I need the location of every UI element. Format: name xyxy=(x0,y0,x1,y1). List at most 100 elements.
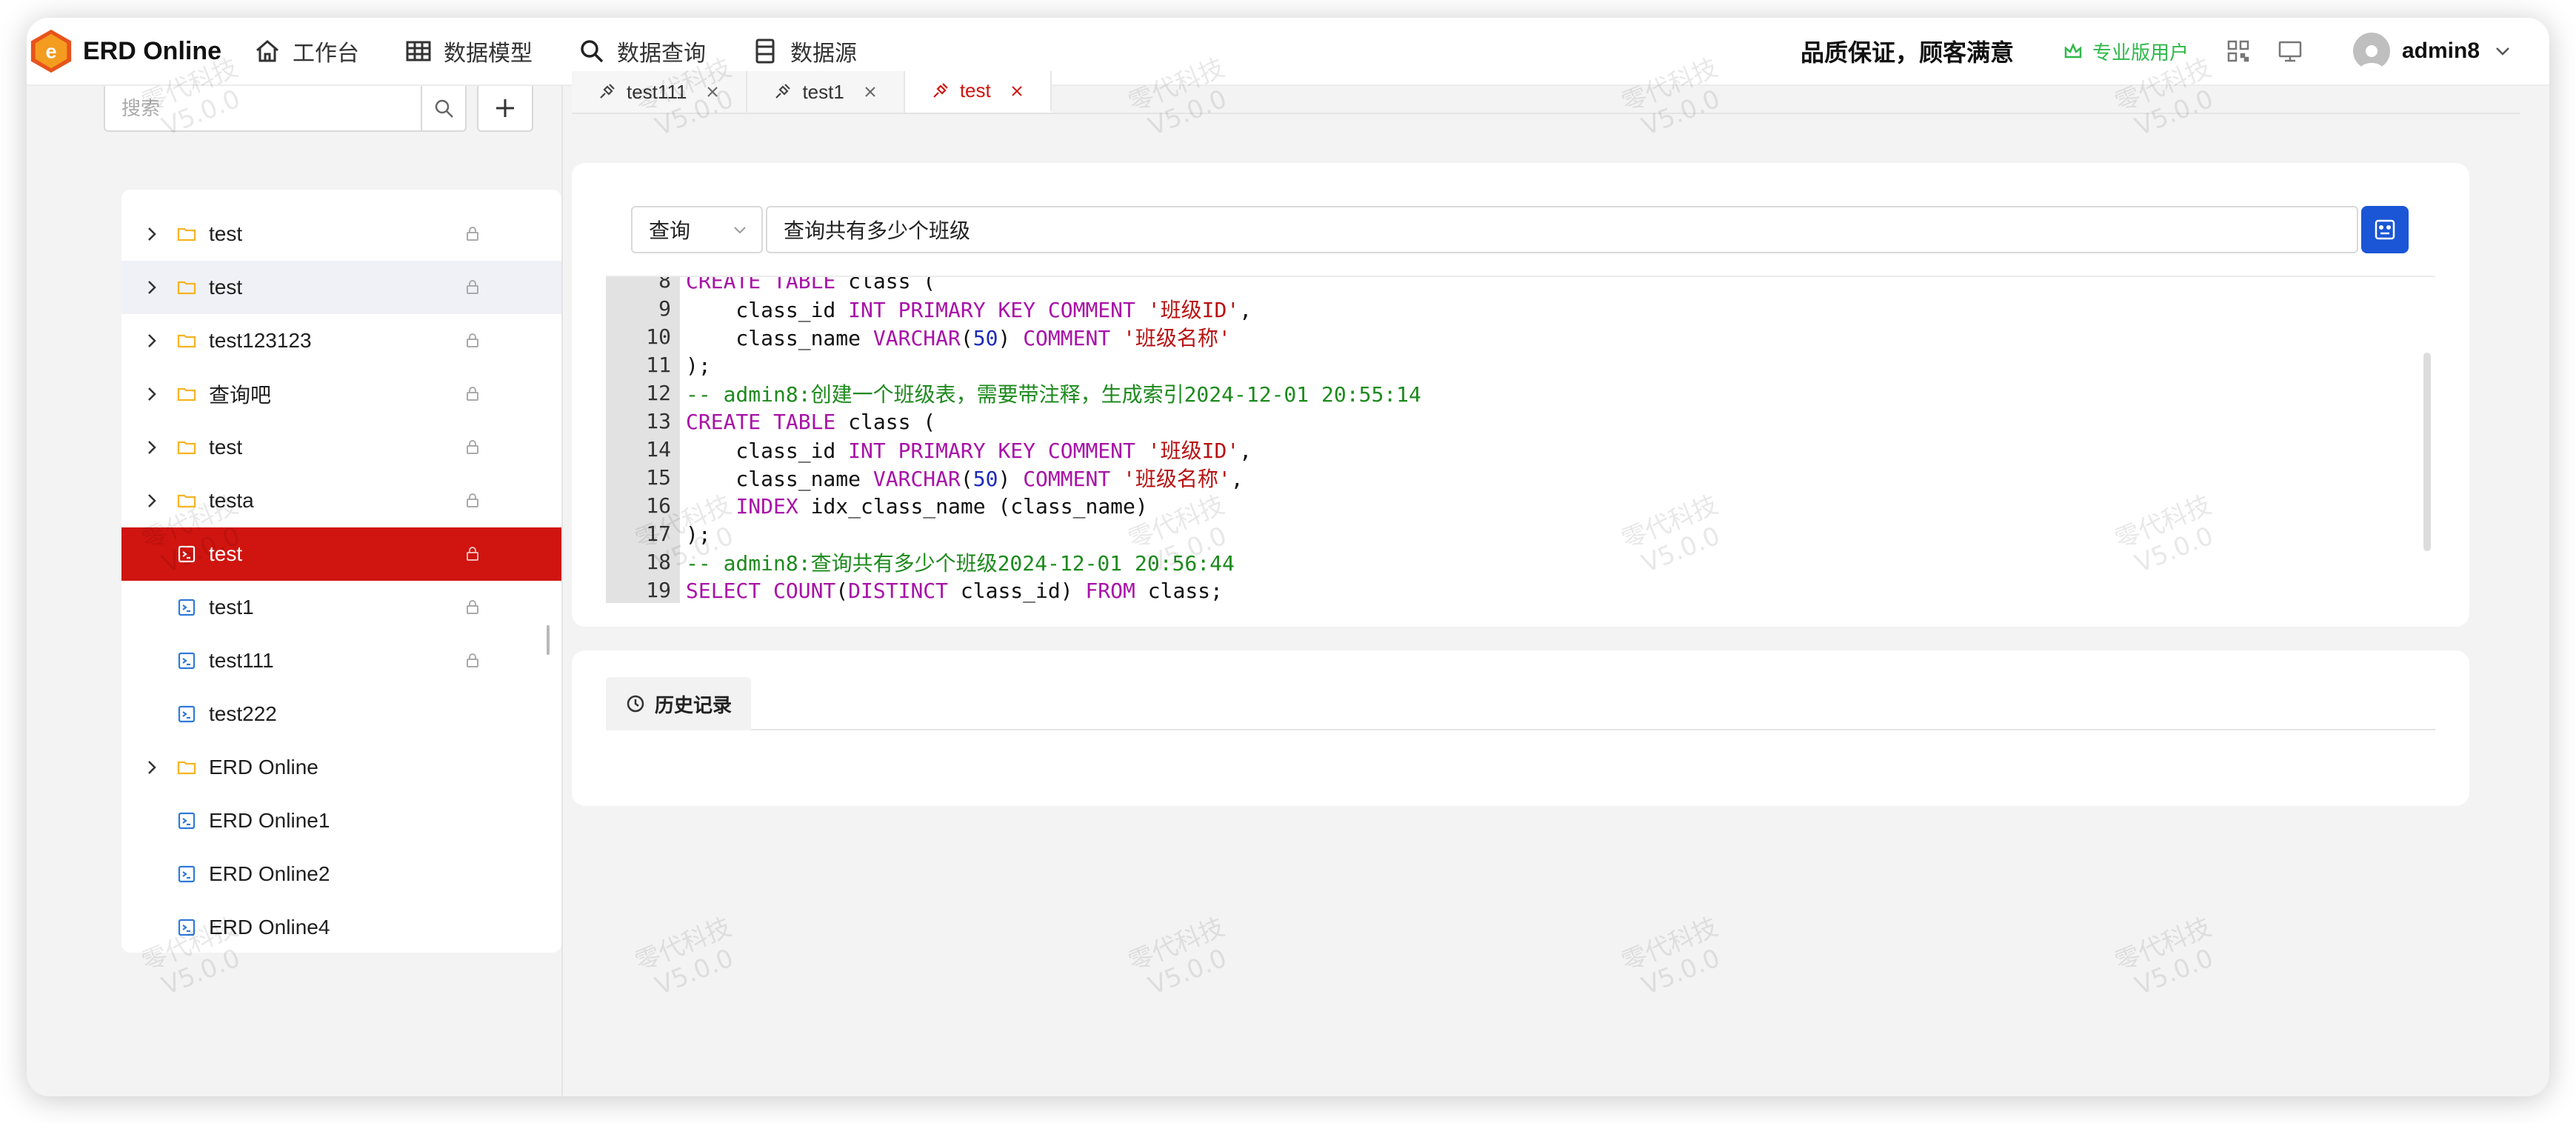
code-token: COMMENT xyxy=(1023,467,1111,491)
code-token: DISTINCT xyxy=(848,578,949,603)
history-clock-icon xyxy=(627,695,644,713)
add-query-button[interactable] xyxy=(477,86,533,132)
avatar xyxy=(2352,33,2390,70)
qrcode-icon[interactable] xyxy=(2226,39,2251,64)
robot-icon xyxy=(2375,219,2395,240)
editor-scrollbar[interactable] xyxy=(2423,353,2431,551)
close-icon[interactable] xyxy=(1009,83,1025,99)
line-number: 17 xyxy=(606,520,680,548)
tree-item[interactable]: test1 xyxy=(121,581,561,634)
code-token: VARCHAR xyxy=(872,326,961,350)
tree-item-label: test xyxy=(209,542,243,565)
nav-workbench[interactable]: 工作台 xyxy=(253,35,359,67)
code-token: class ( xyxy=(835,276,936,293)
code-token: class ( xyxy=(835,409,936,434)
tree-item[interactable]: ERD Online1 xyxy=(121,794,561,847)
line-number: 16 xyxy=(606,492,680,520)
tree-item-label: test xyxy=(209,276,243,299)
line-number: 18 xyxy=(606,548,680,576)
search-icon xyxy=(581,40,604,63)
nav-data-model[interactable]: 数据模型 xyxy=(404,35,533,67)
chevron-right-icon[interactable] xyxy=(142,224,161,244)
code-token: ); xyxy=(686,521,711,547)
nav-workbench-label: 工作台 xyxy=(293,41,360,66)
code-token: '班级名称' xyxy=(1123,326,1231,350)
code-line-content: ); xyxy=(680,522,711,547)
code-token: INT PRIMARY KEY COMMENT xyxy=(848,298,1135,322)
lock-icon xyxy=(467,227,478,241)
query-tab[interactable]: test xyxy=(904,71,1052,113)
line-number: 9 xyxy=(606,295,680,323)
natural-language-query-input[interactable] xyxy=(766,206,2358,253)
code-line-content: CREATE TABLE class ( xyxy=(680,276,936,293)
lock-icon xyxy=(467,653,478,667)
search-input[interactable] xyxy=(105,86,421,130)
tree-item-label: ERD Online4 xyxy=(209,916,330,939)
monitor-icon[interactable] xyxy=(2278,39,2303,64)
query-mode-value: 查询 xyxy=(649,219,691,242)
tree-item[interactable]: test123123 xyxy=(121,314,561,367)
panel-resize-handle[interactable] xyxy=(547,625,550,655)
tree-item[interactable]: ERD Online xyxy=(121,741,561,794)
folder-icon xyxy=(177,334,196,348)
chevron-right-icon[interactable] xyxy=(142,384,161,404)
chevron-right-icon[interactable] xyxy=(142,758,161,777)
code-token: class_id) xyxy=(948,578,1086,603)
folder-icon xyxy=(177,761,196,775)
code-token: , xyxy=(1239,298,1252,322)
code-line-content: class_name VARCHAR(50) COMMENT '班级名称' xyxy=(680,322,1231,352)
tree-item-label: ERD Online2 xyxy=(209,862,330,885)
chevron-right-icon[interactable] xyxy=(142,438,161,457)
query-mode-select[interactable]: 查询 xyxy=(631,206,763,253)
tree-item[interactable]: test111 xyxy=(121,634,561,687)
code-token: class_name xyxy=(686,326,873,350)
user-menu[interactable]: admin8 xyxy=(2352,33,2512,70)
tree-item[interactable]: test xyxy=(121,261,561,314)
code-line-content: class_name VARCHAR(50) COMMENT '班级名称', xyxy=(680,463,1243,493)
tree-item-label: test123123 xyxy=(209,329,312,352)
query-tab[interactable]: test111 xyxy=(572,71,748,113)
query-tab[interactable]: test1 xyxy=(747,71,905,113)
tree-item[interactable]: 查询吧 xyxy=(121,367,561,421)
close-icon[interactable] xyxy=(704,84,721,100)
ai-generate-button[interactable] xyxy=(2361,206,2409,253)
code-line: 12 -- admin8:创建一个班级表，需要带注释，生成索引2024-12-01… xyxy=(606,379,1421,407)
nav-data-query[interactable]: 数据查询 xyxy=(577,35,706,67)
query-file-icon xyxy=(178,865,196,883)
plus-icon xyxy=(496,99,514,117)
query-tabs: test111 test1 test xyxy=(572,71,2520,114)
code-line: 11); xyxy=(606,351,1421,379)
code-line: 17); xyxy=(606,520,1421,548)
code-token: idx_class_name (class_name) xyxy=(798,493,1148,519)
tree-item[interactable]: test xyxy=(121,527,561,581)
history-panel: 历史记录 xyxy=(572,650,2469,806)
code-line-content: ); xyxy=(680,353,711,378)
search-box xyxy=(104,86,467,132)
search-icon xyxy=(435,99,453,118)
tree-item-label: test xyxy=(209,436,243,459)
tree-item[interactable]: testa xyxy=(121,474,561,527)
chevron-right-icon[interactable] xyxy=(142,278,161,297)
brand[interactable]: e ERD Online xyxy=(28,28,221,74)
pro-user-badge[interactable]: 专业版用户 xyxy=(2063,38,2189,65)
lock-icon xyxy=(467,280,478,294)
chevron-right-icon[interactable] xyxy=(142,491,161,510)
tab-history[interactable]: 历史记录 xyxy=(606,677,752,730)
tree-item[interactable]: ERD Online2 xyxy=(121,847,561,901)
code-token: CREATE TABLE xyxy=(686,409,836,434)
tree-item-label: ERD Online1 xyxy=(209,809,330,832)
tree-item[interactable]: test222 xyxy=(121,687,561,741)
sql-editor[interactable]: 8 CREATE TABLE class (9 class_id INT PRIM… xyxy=(606,276,2435,603)
code-line-content: -- admin8:查询共有多少个班级2024-12-01 20:56:44 xyxy=(680,547,1235,577)
nav-datasource[interactable]: 数据源 xyxy=(750,35,857,67)
code-token: CREATE TABLE xyxy=(686,276,836,293)
close-icon[interactable] xyxy=(862,84,878,100)
tree-item[interactable]: test xyxy=(121,207,561,261)
chevron-right-icon[interactable] xyxy=(142,331,161,350)
watermark-line2: V5.0.0 xyxy=(2131,943,2218,1002)
search-button[interactable] xyxy=(421,86,465,130)
tree-item[interactable]: ERD Online4 xyxy=(121,901,561,953)
tree-item[interactable]: test xyxy=(121,421,561,474)
